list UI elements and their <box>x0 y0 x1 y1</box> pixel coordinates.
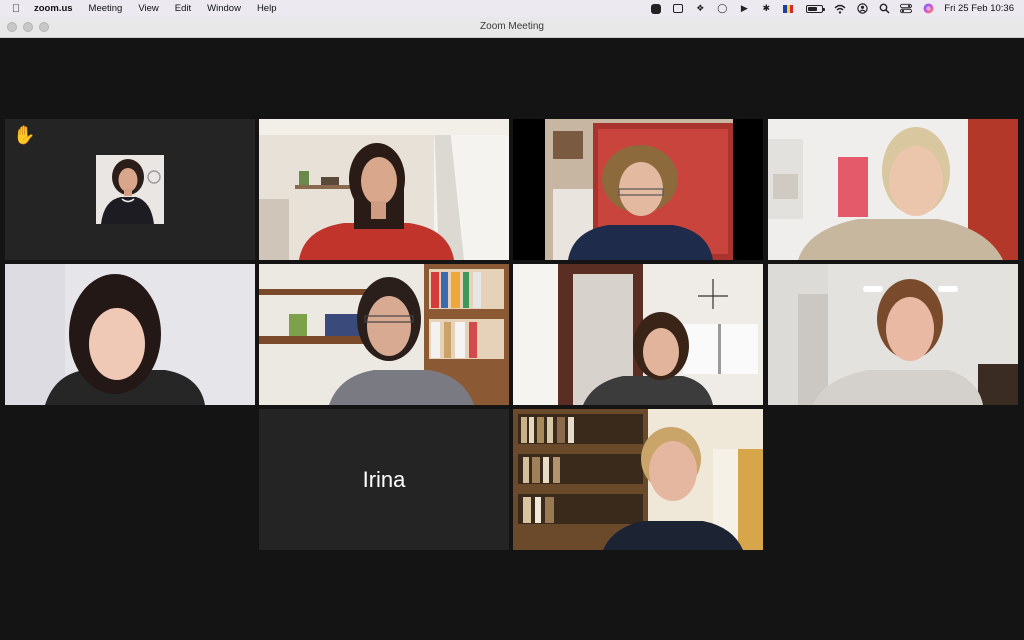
raised-hand-icon: ✋ <box>13 125 36 145</box>
participant-video-tile-active-speaker[interactable] <box>259 264 509 405</box>
participant-video <box>768 119 1018 260</box>
dropbox-icon[interactable]: ❖ <box>694 3 706 14</box>
siri-icon[interactable] <box>922 3 934 14</box>
menu-view[interactable]: View <box>138 3 158 14</box>
participant-video-tile[interactable] <box>513 264 763 405</box>
participant-video <box>513 264 763 405</box>
macos-menu-bar:  zoom.us Meeting View Edit Window Help … <box>0 0 1024 17</box>
menu-help[interactable]: Help <box>257 3 277 14</box>
apple-logo-icon[interactable]:  <box>10 3 22 15</box>
participant-video-tile[interactable] <box>5 264 255 405</box>
menu-edit[interactable]: Edit <box>175 3 191 14</box>
participant-video <box>513 119 763 260</box>
participant-video-tile[interactable] <box>259 119 509 260</box>
participant-video <box>513 409 763 550</box>
participant-name: Irina <box>362 466 406 492</box>
menubar-clock[interactable]: Fri 25 Feb 10:36 <box>944 3 1014 14</box>
participant-video <box>259 119 509 260</box>
menu-meeting[interactable]: Meeting <box>89 3 123 14</box>
search-icon[interactable] <box>878 3 890 14</box>
bluetooth-icon[interactable]: ✱ <box>760 3 772 14</box>
participant-video <box>5 264 255 405</box>
participant-video-tile[interactable] <box>768 264 1018 405</box>
menu-app-name[interactable]: zoom.us <box>34 3 73 14</box>
vpn-shield-icon[interactable]: ◯ <box>716 3 728 14</box>
participant-tile-video-off[interactable]: Irina <box>259 409 509 550</box>
window-title-bar: Zoom Meeting <box>0 17 1024 38</box>
participant-avatar <box>96 155 164 224</box>
menu-window[interactable]: Window <box>207 3 241 14</box>
flag-icon[interactable] <box>782 4 794 14</box>
battery-icon[interactable] <box>804 4 825 14</box>
wifi-icon[interactable] <box>834 4 846 14</box>
control-center-icon[interactable] <box>900 3 913 14</box>
clipboard-icon[interactable] <box>672 4 684 14</box>
window-title: Zoom Meeting <box>480 21 544 32</box>
zoom-icon[interactable] <box>650 3 662 14</box>
participant-video <box>259 264 509 405</box>
participant-video-tile[interactable] <box>513 409 763 550</box>
participant-video-tile[interactable] <box>768 119 1018 260</box>
participant-video <box>768 264 1018 405</box>
participant-video-tile[interactable] <box>513 119 763 260</box>
gallery-view: ✋ Irina <box>0 38 1024 640</box>
user-icon[interactable] <box>856 3 868 14</box>
volume-icon[interactable]: ▶ <box>738 3 750 14</box>
